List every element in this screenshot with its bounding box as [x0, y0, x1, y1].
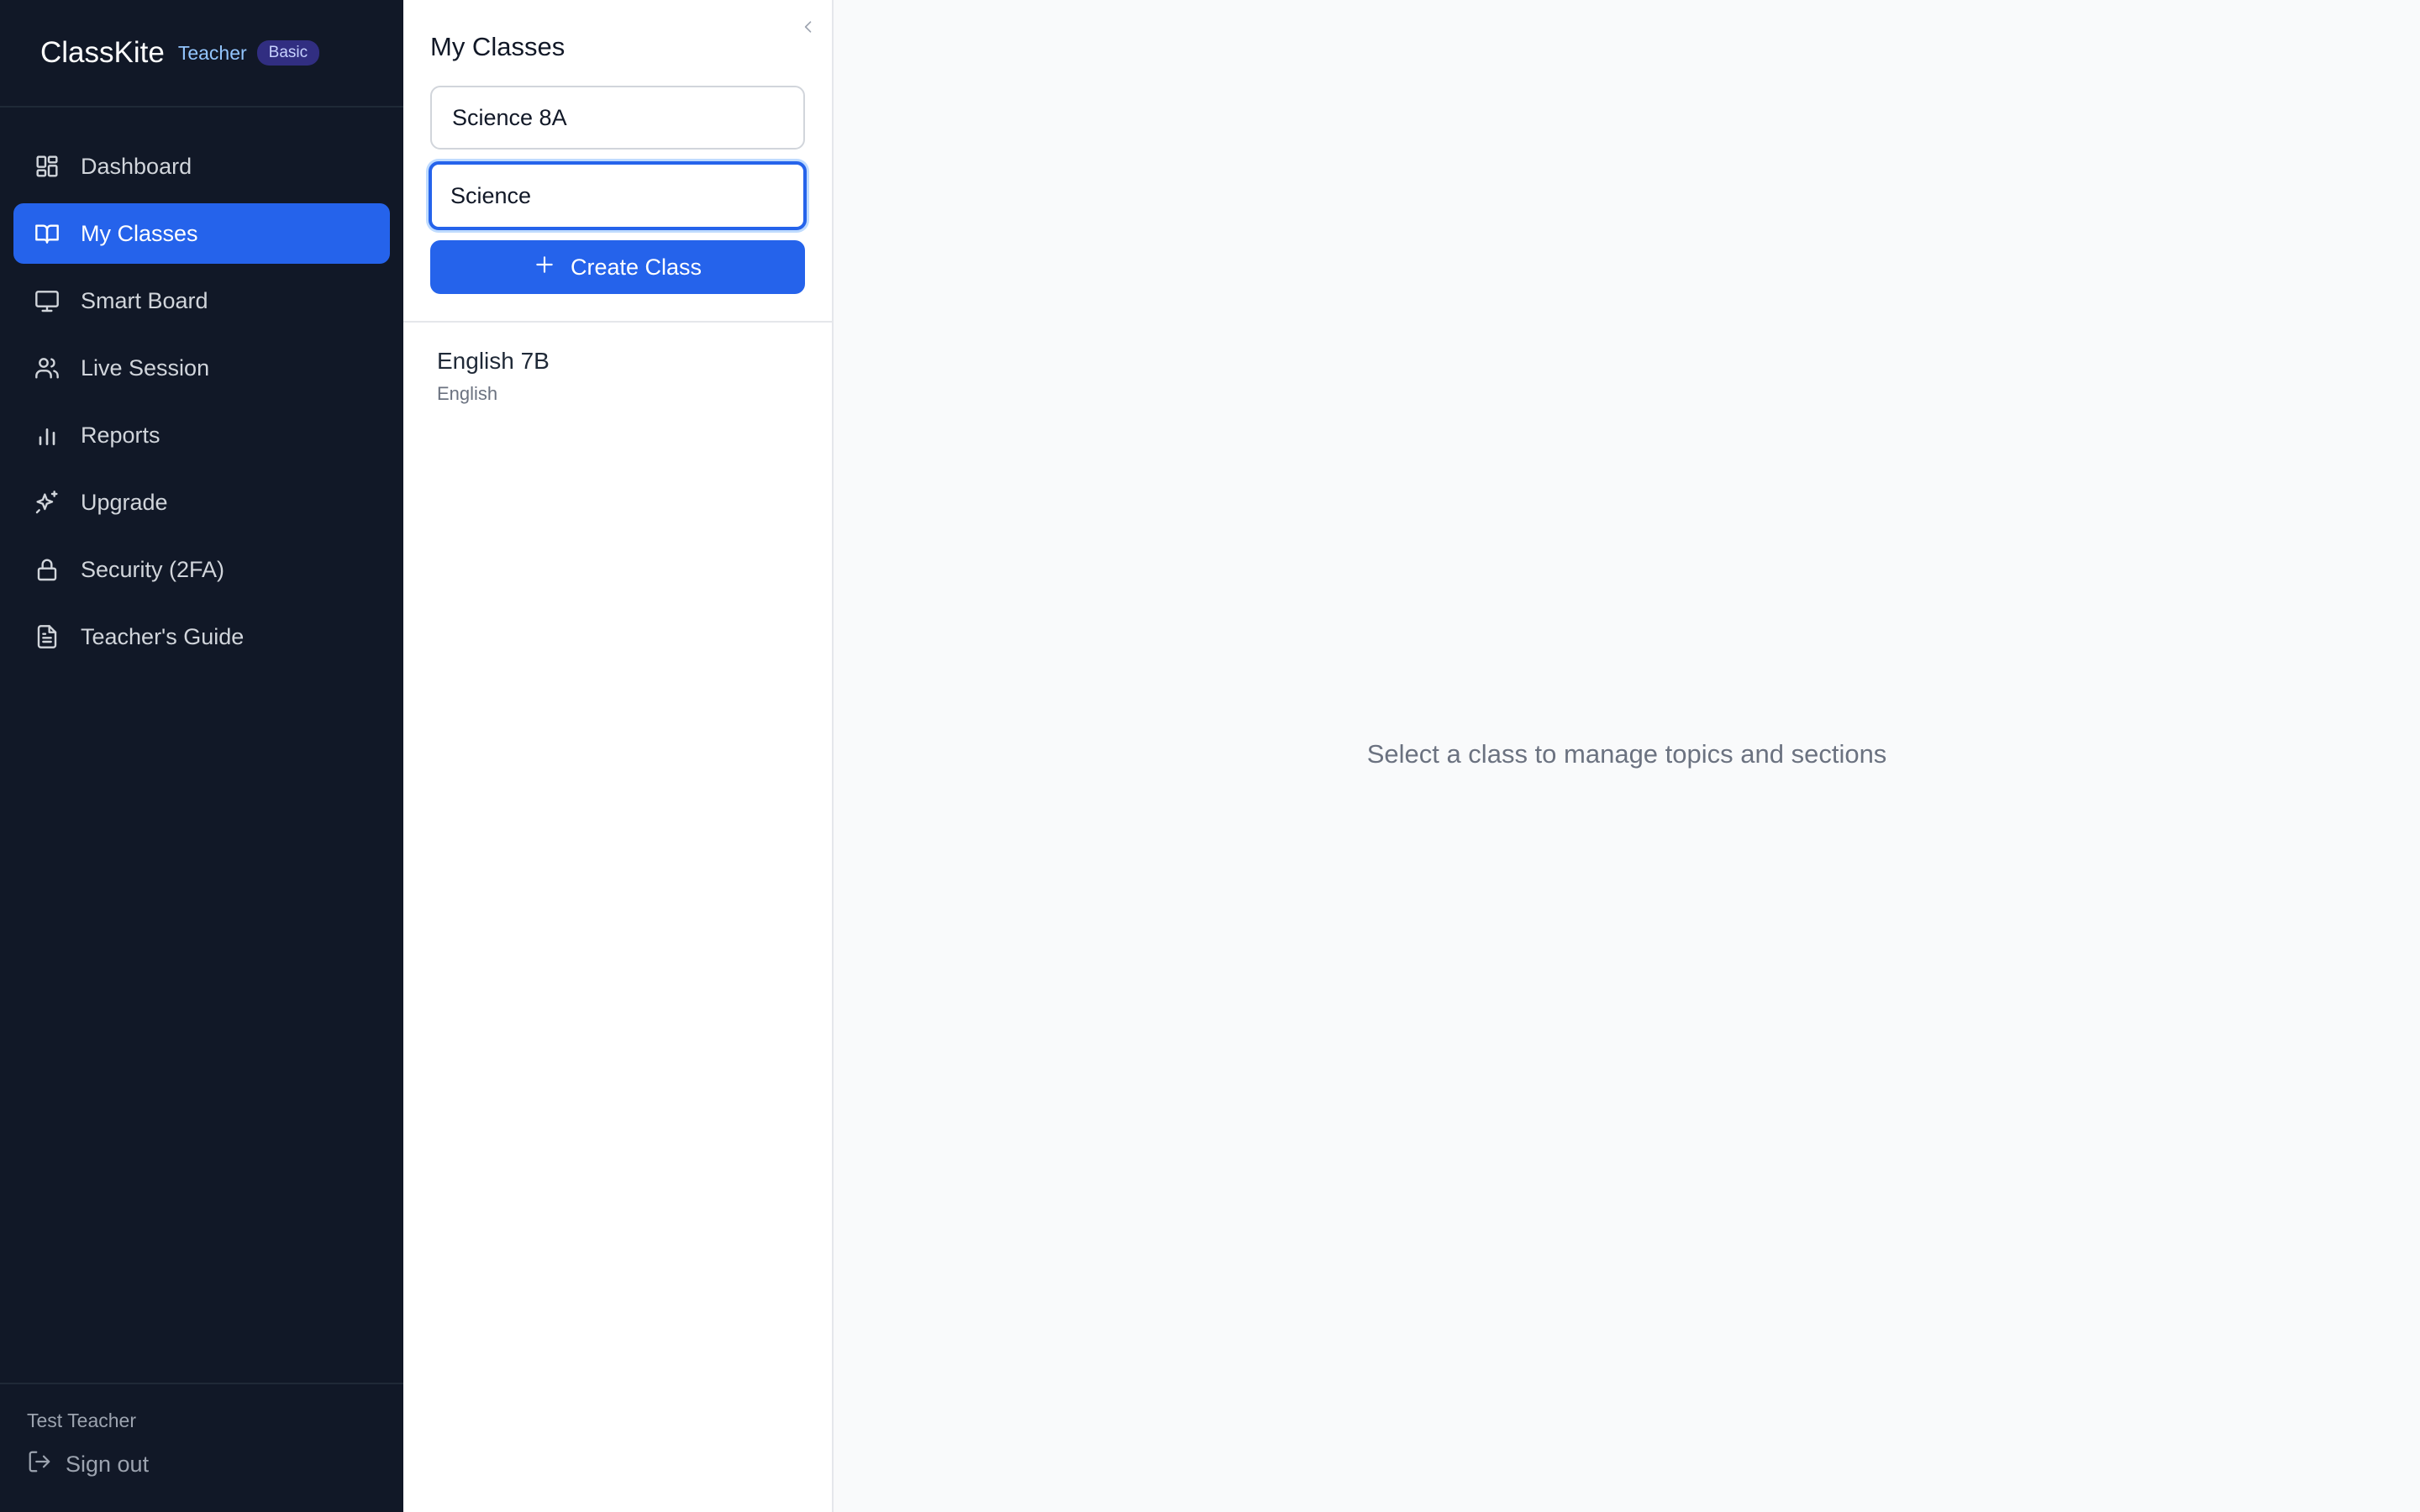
class-list: English 7B English	[403, 323, 832, 405]
subject-input[interactable]	[429, 161, 807, 230]
sidebar-item-teachers-guide[interactable]: Teacher's Guide	[13, 606, 390, 667]
sparkles-icon	[34, 489, 60, 516]
sidebar-nav: Dashboard My Classes Smart Board Live Se…	[0, 108, 403, 667]
list-item[interactable]: English 7B English	[403, 348, 832, 405]
class-name-input[interactable]	[430, 86, 805, 150]
user-role-label: Teacher	[177, 41, 247, 64]
app-logo-text: ClassKite	[40, 36, 165, 69]
panel-title: My Classes	[430, 32, 566, 61]
sidebar-item-upgrade[interactable]: Upgrade	[13, 472, 390, 533]
sidebar: ClassKite Teacher Basic Dashboard My Cla…	[0, 0, 403, 1512]
collapse-panel-button[interactable]	[798, 18, 818, 39]
panel-header: My Classes Create Class	[403, 0, 832, 323]
create-class-label: Create Class	[570, 254, 702, 280]
class-subject: English	[437, 383, 498, 404]
sidebar-item-dashboard[interactable]: Dashboard	[13, 136, 390, 197]
bar-chart-icon	[34, 422, 60, 449]
sidebar-item-label: My Classes	[81, 220, 198, 246]
plus-icon	[534, 254, 555, 281]
chevron-left-icon	[800, 18, 817, 39]
plan-badge: Basic	[256, 40, 320, 66]
book-open-icon	[34, 220, 60, 247]
create-class-button[interactable]: Create Class	[430, 240, 805, 294]
brand-header: ClassKite Teacher Basic	[0, 0, 403, 108]
sidebar-item-security[interactable]: Security (2FA)	[13, 539, 390, 600]
classes-panel: My Classes Create Class English 7B Engli…	[403, 0, 834, 1512]
sidebar-item-label: Live Session	[81, 354, 210, 381]
sidebar-item-label: Smart Board	[81, 287, 208, 313]
sign-out-label: Sign out	[66, 1452, 150, 1477]
file-text-icon	[34, 623, 60, 650]
sidebar-item-label: Teacher's Guide	[81, 623, 245, 649]
sidebar-item-label: Reports	[81, 422, 160, 448]
sidebar-item-live-session[interactable]: Live Session	[13, 338, 390, 398]
sidebar-item-smart-board[interactable]: Smart Board	[13, 270, 390, 331]
empty-state-message: Select a class to manage topics and sect…	[1366, 739, 1887, 769]
users-icon	[34, 354, 60, 381]
current-user-name: Test Teacher	[27, 1410, 136, 1431]
app-root: ClassKite Teacher Basic Dashboard My Cla…	[0, 0, 2420, 1512]
lock-icon	[34, 556, 60, 583]
log-out-icon	[27, 1449, 52, 1480]
sidebar-item-my-classes[interactable]: My Classes	[13, 203, 390, 264]
sidebar-footer: Test Teacher Sign out	[0, 1383, 403, 1512]
sidebar-item-label: Security (2FA)	[81, 556, 225, 582]
sign-out-button[interactable]: Sign out	[27, 1449, 403, 1480]
sidebar-item-reports[interactable]: Reports	[13, 405, 390, 465]
main-content: Select a class to manage topics and sect…	[834, 0, 2420, 1512]
class-name: English 7B	[437, 348, 550, 374]
sidebar-item-label: Dashboard	[81, 153, 192, 179]
sidebar-item-label: Upgrade	[81, 489, 168, 515]
dashboard-icon	[34, 153, 60, 180]
monitor-icon	[34, 287, 60, 314]
